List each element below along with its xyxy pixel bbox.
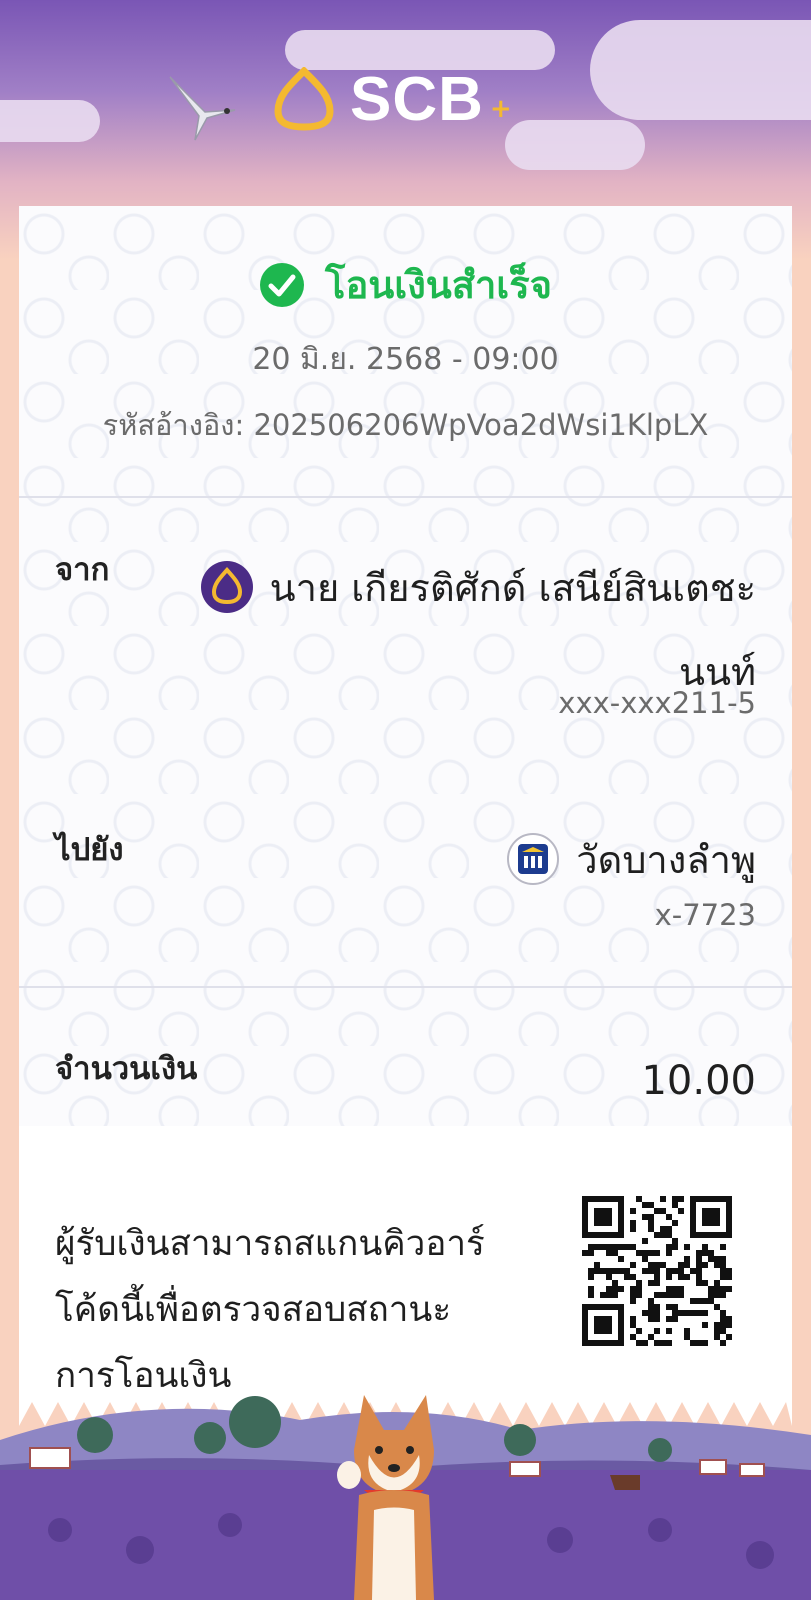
to-account: วัดบางลำพู [506,818,756,902]
receipt-card: โอนเงินสำเร็จ 20 มิ.ย. 2568 - 09:00 รหัส… [19,206,792,1426]
cloud [0,100,100,142]
reference-code: รหัสอ้างอิง: 202506206WpVoa2dWsi1KlpLX [19,402,792,448]
brand-plus-icon: + [489,94,512,124]
cloud [590,20,811,120]
divider [19,986,792,988]
qr-instructions-line1: ผู้รับเงินสามารถสแกนคิวอาร์ [55,1224,485,1264]
to-account-number: x-7723 [654,898,756,932]
from-label: จาก [55,552,110,588]
scb-logo: SCB + [272,64,512,134]
transaction-datetime: 20 มิ.ย. 2568 - 09:00 [252,342,559,377]
reference-label: รหัสอ้างอิง: [102,408,245,442]
qr-instructions-line2: โค้ดนี้เพื่อตรวจสอบสถานะ [55,1290,452,1330]
amount-label: จำนวนเงิน [55,1051,198,1087]
status-text: โอนเงินสำเร็จ [325,263,552,307]
scb-logo-icon [274,67,334,131]
from-account-number: xxx-xxx211-5 [558,686,756,720]
reference-value: 202506206WpVoa2dWsi1KlpLX [253,408,709,442]
shiba-dog-mascot [337,1395,434,1600]
cloud [505,120,645,170]
divider [19,496,792,498]
amount-value: 10.00 [641,1058,756,1104]
bird-icon [169,76,236,141]
scb-bank-icon [200,561,253,613]
check-circle-icon [260,262,305,307]
recipient-bank-icon [507,833,560,885]
brand-name: SCB [350,64,484,134]
transfer-status: โอนเงินสำเร็จ [19,254,792,315]
to-label: ไปยัง [55,832,124,868]
verification-qr-code[interactable] [582,1196,732,1346]
to-name: วัดบางลำพู [576,838,756,882]
from-name-line1: นาย เกียรติศักด์ เสนีย์สินเตชะ [269,566,756,610]
